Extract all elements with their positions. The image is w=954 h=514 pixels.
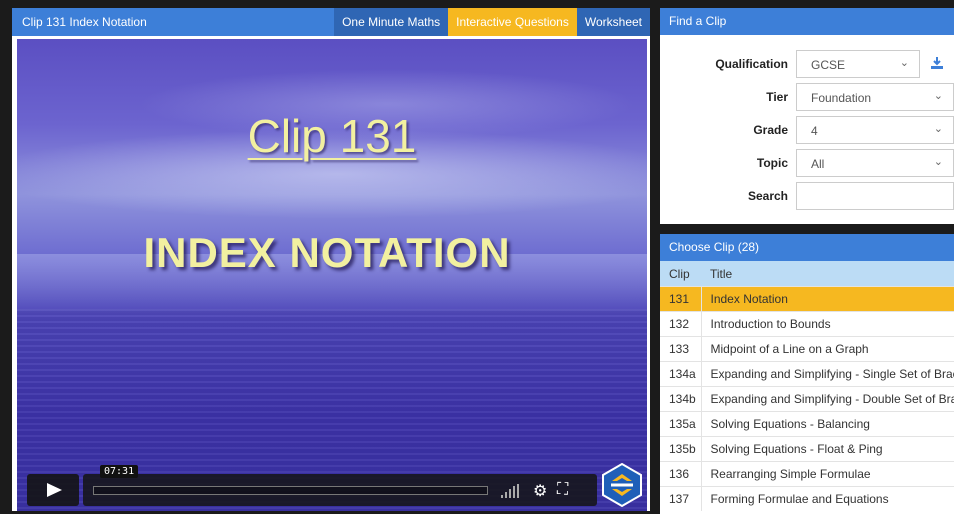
settings-icon[interactable]: ⚙ (533, 481, 547, 501)
choose-clip-panel: Choose Clip (28) Clip Title 131 Index Not… (660, 234, 954, 514)
clip-title: Forming Formulae and Equations (700, 486, 954, 511)
topic-value: All (811, 157, 825, 171)
chevron-down-icon: ⌄ (933, 123, 943, 135)
grade-value: 4 (811, 124, 818, 138)
fullscreen-icon[interactable]: ⛶ (557, 481, 568, 499)
table-row[interactable]: 137 Forming Formulae and Equations (660, 486, 954, 511)
clip-title: Solving Equations - Float & Ping (700, 436, 954, 462)
table-row[interactable]: 131 Index Notation (660, 286, 954, 312)
clip-number: 132 (660, 311, 701, 337)
clip-number: 135a (660, 411, 701, 437)
table-header-row: Clip Title (660, 261, 954, 287)
chevron-down-icon: ⌄ (933, 156, 943, 168)
video-title: Clip 131 Index Notation (22, 15, 147, 29)
clip-number: 136 (660, 461, 701, 487)
find-clip-header: Find a Clip (660, 8, 954, 35)
video-header: Clip 131 Index Notation One Minute Maths… (12, 8, 650, 36)
chevron-down-icon: ⌄ (899, 57, 909, 69)
clip-title: Introduction to Bounds (700, 311, 954, 337)
clip-number: 134a (660, 361, 701, 387)
clip-number: 131 (660, 286, 701, 312)
play-icon (47, 483, 62, 497)
chevron-down-icon: ⌄ (933, 90, 943, 102)
slide-subject: INDEX NOTATION (143, 229, 511, 276)
play-button[interactable] (27, 474, 79, 506)
search-input[interactable] (796, 182, 954, 210)
tier-label: Tier (766, 90, 788, 104)
clip-title: Expanding and Simplifying - Double Set o… (700, 386, 954, 412)
download-icon[interactable] (930, 56, 944, 70)
clip-number: 133 (660, 336, 701, 362)
clip-number: 135b (660, 436, 701, 462)
table-row[interactable]: 133 Midpoint of a Line on a Graph (660, 336, 954, 362)
one-minute-maths-button[interactable]: One Minute Maths (334, 8, 449, 36)
logo-icon (602, 463, 642, 507)
time-display: 07:31 (100, 465, 139, 478)
clip-number: 134b (660, 386, 701, 412)
clip-title: Index Notation (700, 286, 954, 312)
clip-title: Expanding and Simplifying - Single Set o… (700, 361, 954, 387)
table-row[interactable]: 135b Solving Equations - Float & Ping (660, 436, 954, 462)
qualification-select[interactable]: GCSE ⌄ (796, 50, 920, 78)
grade-row: Grade 4 ⌄ (660, 116, 954, 144)
grade-select[interactable]: 4 ⌄ (796, 116, 954, 144)
worksheet-button[interactable]: Worksheet (576, 8, 650, 36)
qualification-value: GCSE (811, 58, 846, 72)
table-row[interactable]: 134b Expanding and Simplifying - Double S… (660, 386, 954, 412)
clip-title: Rearranging Simple Formulae (700, 461, 954, 487)
video-panel: Clip 131 Index Notation One Minute Maths… (12, 8, 650, 511)
topic-select[interactable]: All ⌄ (796, 149, 954, 177)
clip-title: Solving Equations - Balancing (700, 411, 954, 437)
tier-select[interactable]: Foundation ⌄ (796, 83, 954, 111)
interactive-questions-button[interactable]: Interactive Questions (448, 8, 577, 36)
video-player[interactable]: Clip 131 INDEX NOTATION 07:31 ⚙ ⛶ (17, 39, 647, 511)
slide-heading: Clip 131 (247, 110, 417, 162)
table-row[interactable]: 136 Rearranging Simple Formulae (660, 461, 954, 487)
topic-row: Topic All ⌄ (660, 149, 954, 177)
find-clip-panel: Find a Clip Qualification GCSE ⌄ Tier Fo… (660, 8, 954, 224)
clip-title: Midpoint of a Line on a Graph (700, 336, 954, 362)
choose-clip-header: Choose Clip (28) (660, 234, 954, 261)
clip-number: 137 (660, 486, 701, 511)
grade-label: Grade (753, 123, 788, 137)
tier-row: Tier Foundation ⌄ (660, 83, 954, 111)
table-row[interactable]: 132 Introduction to Bounds (660, 311, 954, 337)
player-controls: 07:31 ⚙ ⛶ (27, 465, 597, 506)
qualification-row: Qualification GCSE ⌄ (660, 50, 954, 78)
clip-table: Clip Title 131 Index Notation 132 Introduct… (660, 261, 954, 511)
progress-bar[interactable] (93, 486, 488, 495)
search-label: Search (747, 189, 788, 203)
column-header-title: Title (701, 261, 954, 287)
volume-icon[interactable] (501, 484, 523, 498)
topic-label: Topic (756, 156, 788, 170)
clip-rows: 131 Index Notation 132 Introduction to Boun… (660, 286, 954, 511)
control-bar: 07:31 ⚙ ⛶ (83, 465, 597, 506)
search-row: Search (660, 182, 954, 210)
qualification-label: Qualification (715, 57, 788, 71)
table-row[interactable]: 134a Expanding and Simplifying - Single S… (660, 361, 954, 387)
table-row[interactable]: 135a Solving Equations - Balancing (660, 411, 954, 437)
tier-value: Foundation (811, 91, 872, 105)
column-header-clip: Clip (660, 261, 701, 287)
